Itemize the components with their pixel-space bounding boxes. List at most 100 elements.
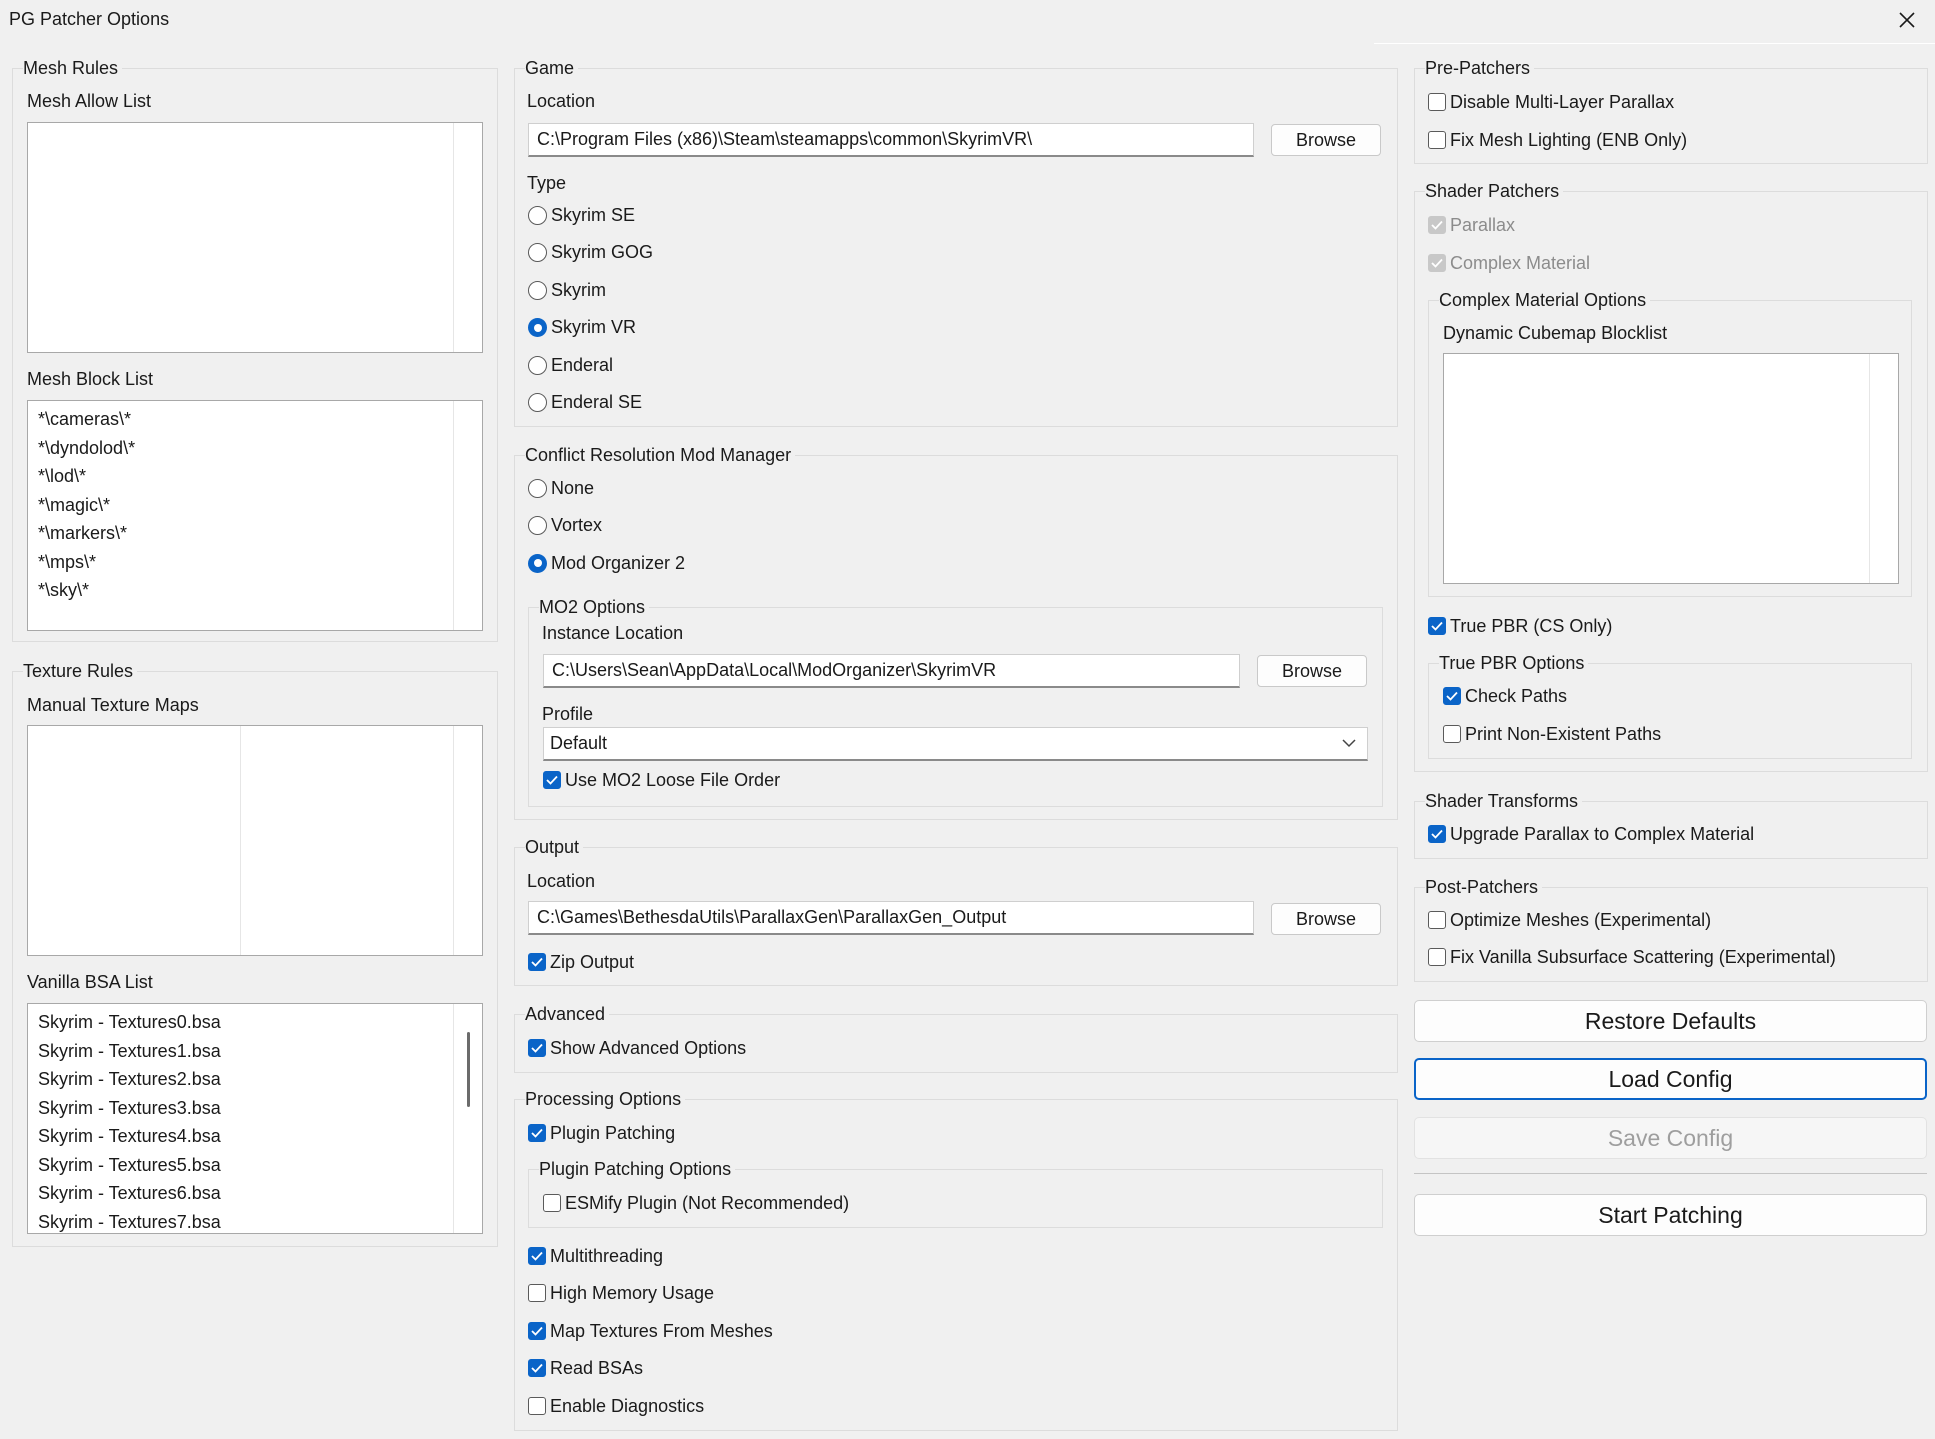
checkbox-box[interactable] <box>1428 948 1446 966</box>
list-item[interactable]: *\magic\* <box>38 491 482 520</box>
radio-circle[interactable] <box>528 205 547 225</box>
radio-circle[interactable] <box>528 243 547 262</box>
radio-circle[interactable] <box>528 478 547 498</box>
optimize-meshes-checkbox[interactable]: Optimize Meshes (Experimental) <box>1428 908 1711 932</box>
zip-output-checkbox[interactable]: Zip Output <box>528 950 634 974</box>
restore-defaults-button[interactable]: Restore Defaults <box>1414 1000 1927 1042</box>
list-item[interactable]: *\markers\* <box>38 519 482 548</box>
checkbox-box[interactable] <box>528 1284 546 1302</box>
fix-mesh-lighting-checkbox[interactable]: Fix Mesh Lighting (ENB Only) <box>1428 128 1687 152</box>
list-item[interactable]: Skyrim - Textures3.bsa <box>38 1094 482 1123</box>
checkbox-box[interactable] <box>1443 687 1461 705</box>
manual-texture-maps-list[interactable] <box>27 725 483 956</box>
checkbox-box[interactable] <box>1428 617 1446 635</box>
mesh-block-list-scrollbar[interactable] <box>453 401 482 630</box>
checkbox-box[interactable] <box>528 953 546 971</box>
game-type-radio-skyrim-se[interactable]: Skyrim SE <box>528 203 635 227</box>
print-non-existent-paths-checkbox[interactable]: Print Non-Existent Paths <box>1443 722 1661 746</box>
game-browse-button[interactable]: Browse <box>1271 124 1381 156</box>
list-item[interactable]: *\cameras\* <box>38 405 482 434</box>
close-button[interactable] <box>1879 0 1935 40</box>
multithreading-checkbox[interactable]: Multithreading <box>528 1244 663 1268</box>
load-config-button[interactable]: Load Config <box>1414 1058 1927 1100</box>
dynamic-cubemap-blocklist-scrollbar[interactable] <box>1869 354 1898 583</box>
checkbox-box[interactable] <box>1443 725 1461 743</box>
list-item[interactable]: *\lod\* <box>38 462 482 491</box>
map-textures-from-meshes-checkbox[interactable]: Map Textures From Meshes <box>528 1319 773 1343</box>
radio-circle[interactable] <box>528 280 547 300</box>
game-type-radio-enderal[interactable]: Enderal <box>528 353 613 377</box>
output-legend: Output <box>525 837 580 857</box>
show-advanced-options-checkbox[interactable]: Show Advanced Options <box>528 1036 746 1060</box>
instance-browse-button[interactable]: Browse <box>1257 655 1367 687</box>
list-item[interactable]: *\mps\* <box>38 548 482 577</box>
mod-manager-radio-none[interactable]: None <box>528 476 594 500</box>
parallax-checkbox[interactable]: Parallax <box>1428 213 1515 237</box>
checkbox-box[interactable] <box>543 771 561 789</box>
profile-dropdown[interactable]: Default <box>543 727 1368 761</box>
complex-material-checkbox[interactable]: Complex Material <box>1428 251 1590 275</box>
upgrade-parallax-checkbox[interactable]: Upgrade Parallax to Complex Material <box>1428 822 1754 846</box>
mod-manager-radio-mod-organizer-2[interactable]: Mod Organizer 2 <box>528 551 685 575</box>
checkbox-box[interactable] <box>1428 131 1446 149</box>
game-type-radio-skyrim-gog[interactable]: Skyrim GOG <box>528 241 653 265</box>
use-mo2-loose-order-checkbox[interactable]: Use MO2 Loose File Order <box>543 768 780 792</box>
disable-multi-layer-parallax-checkbox[interactable]: Disable Multi-Layer Parallax <box>1428 90 1674 114</box>
plugin-patching-options-legend: Plugin Patching Options <box>539 1159 732 1179</box>
checkbox-box[interactable] <box>543 1194 561 1212</box>
fix-vanilla-sss-checkbox[interactable]: Fix Vanilla Subsurface Scattering (Exper… <box>1428 945 1836 969</box>
enable-diagnostics-checkbox[interactable]: Enable Diagnostics <box>528 1394 704 1418</box>
checkbox-box[interactable] <box>1428 825 1446 843</box>
radio-circle[interactable] <box>528 318 547 337</box>
manual-texture-maps-scrollbar[interactable] <box>453 726 482 955</box>
game-type-radio-skyrim-vr[interactable]: Skyrim VR <box>528 316 636 340</box>
radio-circle[interactable] <box>528 553 547 573</box>
instance-location-input[interactable]: C:\Users\Sean\AppData\Local\ModOrganizer… <box>543 654 1240 688</box>
checkbox-box[interactable] <box>1428 911 1446 929</box>
mod-manager-radio-vortex[interactable]: Vortex <box>528 514 602 538</box>
true-pbr-checkbox[interactable]: True PBR (CS Only) <box>1428 614 1612 638</box>
checkbox-box[interactable] <box>528 1039 546 1057</box>
check-paths-checkbox[interactable]: Check Paths <box>1443 684 1567 708</box>
esmify-plugin-checkbox[interactable]: ESMify Plugin (Not Recommended) <box>543 1191 849 1215</box>
game-type-radio-enderal-se[interactable]: Enderal SE <box>528 391 642 415</box>
mesh-block-list[interactable]: *\cameras\* *\dyndolod\* *\lod\* *\magic\* *… <box>27 400 483 631</box>
list-item[interactable]: Skyrim - Textures6.bsa <box>38 1179 482 1208</box>
checkbox-box[interactable] <box>528 1322 546 1340</box>
checkbox-box[interactable] <box>528 1124 546 1142</box>
radio-circle[interactable] <box>528 355 547 375</box>
checkbox-box[interactable] <box>1428 93 1446 111</box>
checkbox-box[interactable] <box>1428 254 1446 272</box>
scrollbar-thumb[interactable] <box>467 1032 470 1107</box>
radio-circle[interactable] <box>528 393 547 412</box>
list-item[interactable]: Skyrim - Textures4.bsa <box>38 1122 482 1151</box>
vanilla-bsa-list[interactable]: Skyrim - Textures0.bsa Skyrim - Textures1… <box>27 1003 483 1234</box>
list-item[interactable]: Skyrim - Textures1.bsa <box>38 1037 482 1066</box>
mesh-allow-list[interactable] <box>27 122 483 353</box>
radio-circle[interactable] <box>528 516 547 535</box>
list-item[interactable]: *\dyndolod\* <box>38 434 482 463</box>
start-patching-button[interactable]: Start Patching <box>1414 1194 1927 1236</box>
plugin-patching-checkbox[interactable]: Plugin Patching <box>528 1121 675 1145</box>
vanilla-bsa-list-scrollbar[interactable] <box>453 1004 482 1233</box>
checkbox-box[interactable] <box>528 1247 546 1265</box>
list-item[interactable]: Skyrim - Textures2.bsa <box>38 1065 482 1094</box>
save-config-button[interactable]: Save Config <box>1414 1117 1927 1159</box>
list-item[interactable]: Skyrim - Textures5.bsa <box>38 1151 482 1180</box>
checkbox-box[interactable] <box>528 1397 546 1415</box>
dynamic-cubemap-blocklist[interactable] <box>1443 353 1899 584</box>
mesh-allow-list-scrollbar[interactable] <box>453 123 482 352</box>
checkbox-box[interactable] <box>1428 216 1446 234</box>
game-location-input[interactable]: C:\Program Files (x86)\Steam\steamapps\c… <box>528 123 1254 157</box>
output-browse-button[interactable]: Browse <box>1271 903 1381 935</box>
read-bsas-checkbox[interactable]: Read BSAs <box>528 1356 643 1380</box>
list-item[interactable]: *\sky\* <box>38 576 482 605</box>
list-item[interactable]: Skyrim - Textures7.bsa <box>38 1208 482 1234</box>
high-memory-usage-checkbox[interactable]: High Memory Usage <box>528 1281 714 1305</box>
game-type-radio-skyrim[interactable]: Skyrim <box>528 278 606 302</box>
output-location-input[interactable]: C:\Games\BethesdaUtils\ParallaxGen\Paral… <box>528 901 1254 935</box>
checkbox-box[interactable] <box>528 1359 546 1377</box>
game-type-label: Type <box>527 173 567 193</box>
list-item[interactable]: Skyrim - Textures0.bsa <box>38 1008 482 1037</box>
advanced-legend: Advanced <box>525 1004 606 1024</box>
